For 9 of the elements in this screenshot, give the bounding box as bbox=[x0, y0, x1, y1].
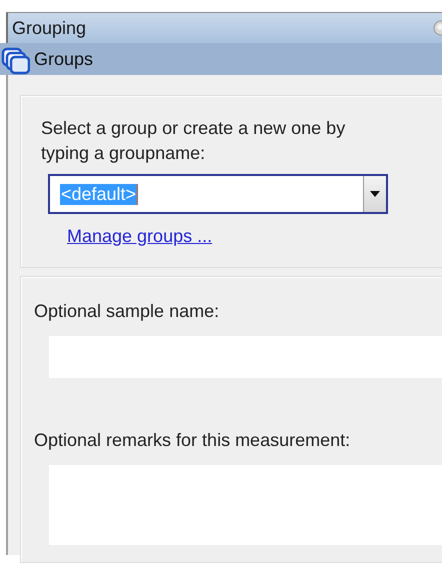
window-title: Grouping bbox=[11, 18, 88, 38]
dropdown-button[interactable] bbox=[363, 176, 386, 212]
caret-icon bbox=[370, 191, 380, 197]
section-title: Groups bbox=[33, 48, 94, 70]
combo-value: <default> bbox=[60, 184, 138, 204]
field-label: Optional remarks for this measurement: bbox=[34, 430, 352, 451]
manage-groups-link[interactable]: Manage groups ... bbox=[67, 226, 212, 247]
group-prompt: Select a group or create a new one by typing a groupname: bbox=[41, 117, 346, 165]
field-label: Optional sample name: bbox=[34, 301, 220, 322]
